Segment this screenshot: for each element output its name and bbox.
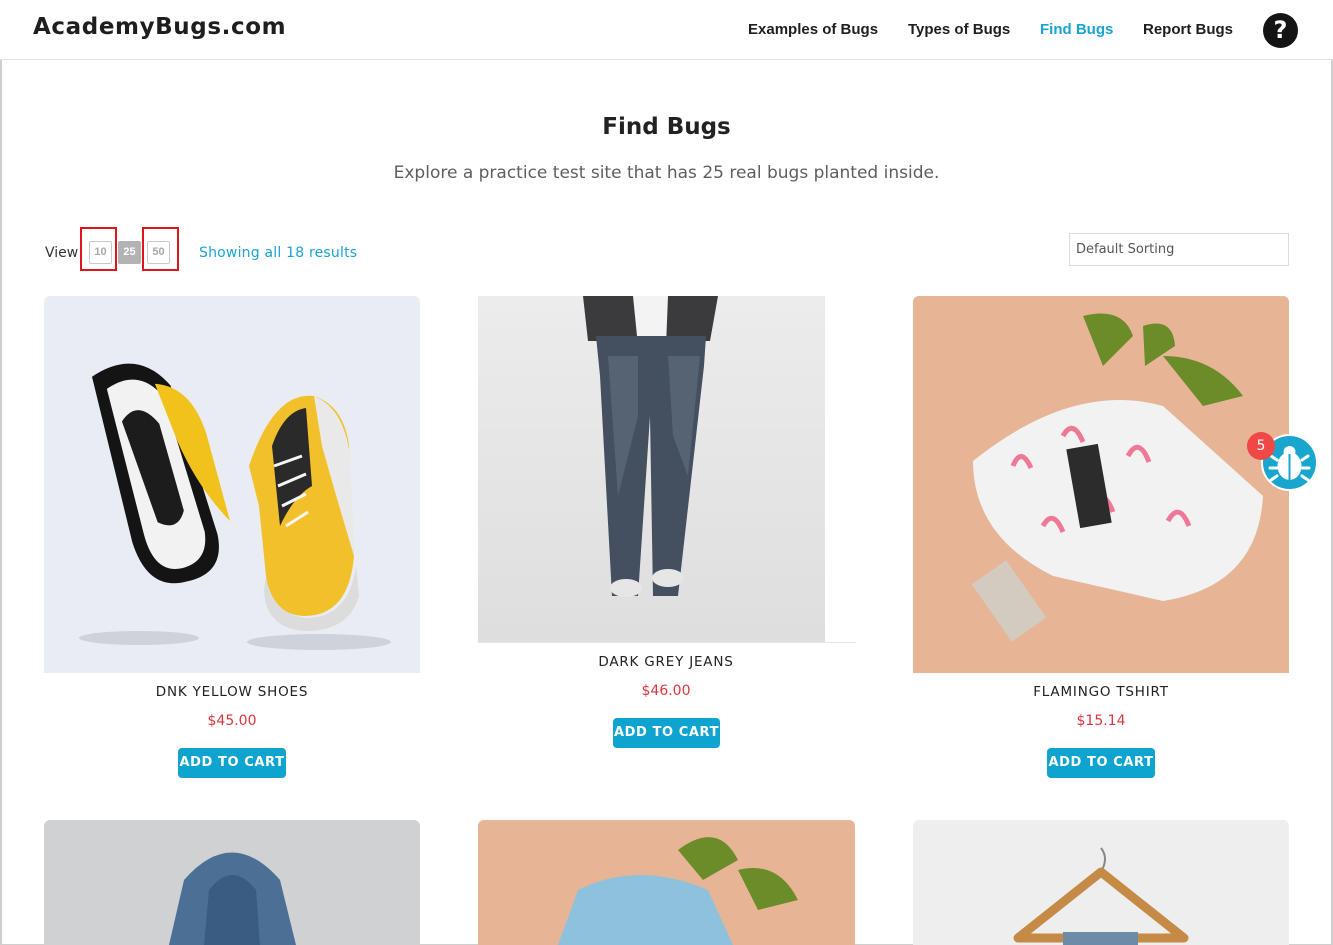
add-to-cart-button[interactable]: ADD TO CART	[178, 748, 286, 778]
tshirt-illustration	[971, 313, 1263, 642]
page-subtitle: Explore a practice test site that has 25…	[393, 163, 940, 183]
hoodie-illustration	[169, 852, 296, 945]
product-name[interactable]: DARK GREY JEANS	[478, 654, 854, 670]
shoes-illustration	[79, 363, 391, 650]
product-name[interactable]: FLAMINGO TSHIRT	[913, 684, 1289, 700]
site-header: AcademyBugs.com Examples of Bugs Types o…	[0, 0, 1333, 60]
product-image-hoodie[interactable]	[44, 820, 420, 945]
nav-report-bugs[interactable]: Report Bugs	[1143, 21, 1233, 38]
product-image-tshirt[interactable]	[913, 296, 1289, 673]
add-to-cart-button[interactable]: ADD TO CART	[613, 718, 720, 748]
help-icon[interactable]: ?	[1263, 13, 1298, 48]
site-logo[interactable]: AcademyBugs.com	[33, 14, 286, 40]
sort-select[interactable]: Default Sorting	[1069, 233, 1289, 266]
view-label: View	[45, 245, 79, 261]
view-10-button[interactable]: 10	[89, 241, 112, 264]
nav-find-bugs[interactable]: Find Bugs	[1040, 21, 1113, 38]
product-name[interactable]: DNK YELLOW SHOES	[44, 684, 420, 700]
product-image-shirt[interactable]	[478, 820, 855, 945]
nav-types-of-bugs[interactable]: Types of Bugs	[908, 21, 1010, 38]
card-divider	[478, 642, 856, 643]
product-price: $15.14	[1076, 713, 1126, 729]
shirt-illustration	[558, 837, 798, 945]
product-image-hanger[interactable]	[913, 820, 1289, 945]
product-price: $46.00	[641, 683, 691, 699]
view-50-button[interactable]: 50	[147, 241, 170, 264]
nav-examples-of-bugs[interactable]: Examples of Bugs	[748, 21, 878, 38]
hanger-illustration	[1013, 847, 1189, 945]
product-image-jeans[interactable]	[478, 296, 825, 642]
bug-count-badge: 5	[1247, 432, 1275, 460]
product-price: $45.00	[207, 713, 257, 729]
results-count: Showing all 18 results	[199, 245, 358, 261]
jeans-illustration	[583, 296, 718, 597]
page-title: Find Bugs	[602, 114, 731, 140]
add-to-cart-button[interactable]: ADD TO CART	[1047, 748, 1155, 778]
product-image-shoes[interactable]	[44, 296, 420, 673]
view-25-button[interactable]: 25	[118, 241, 141, 264]
